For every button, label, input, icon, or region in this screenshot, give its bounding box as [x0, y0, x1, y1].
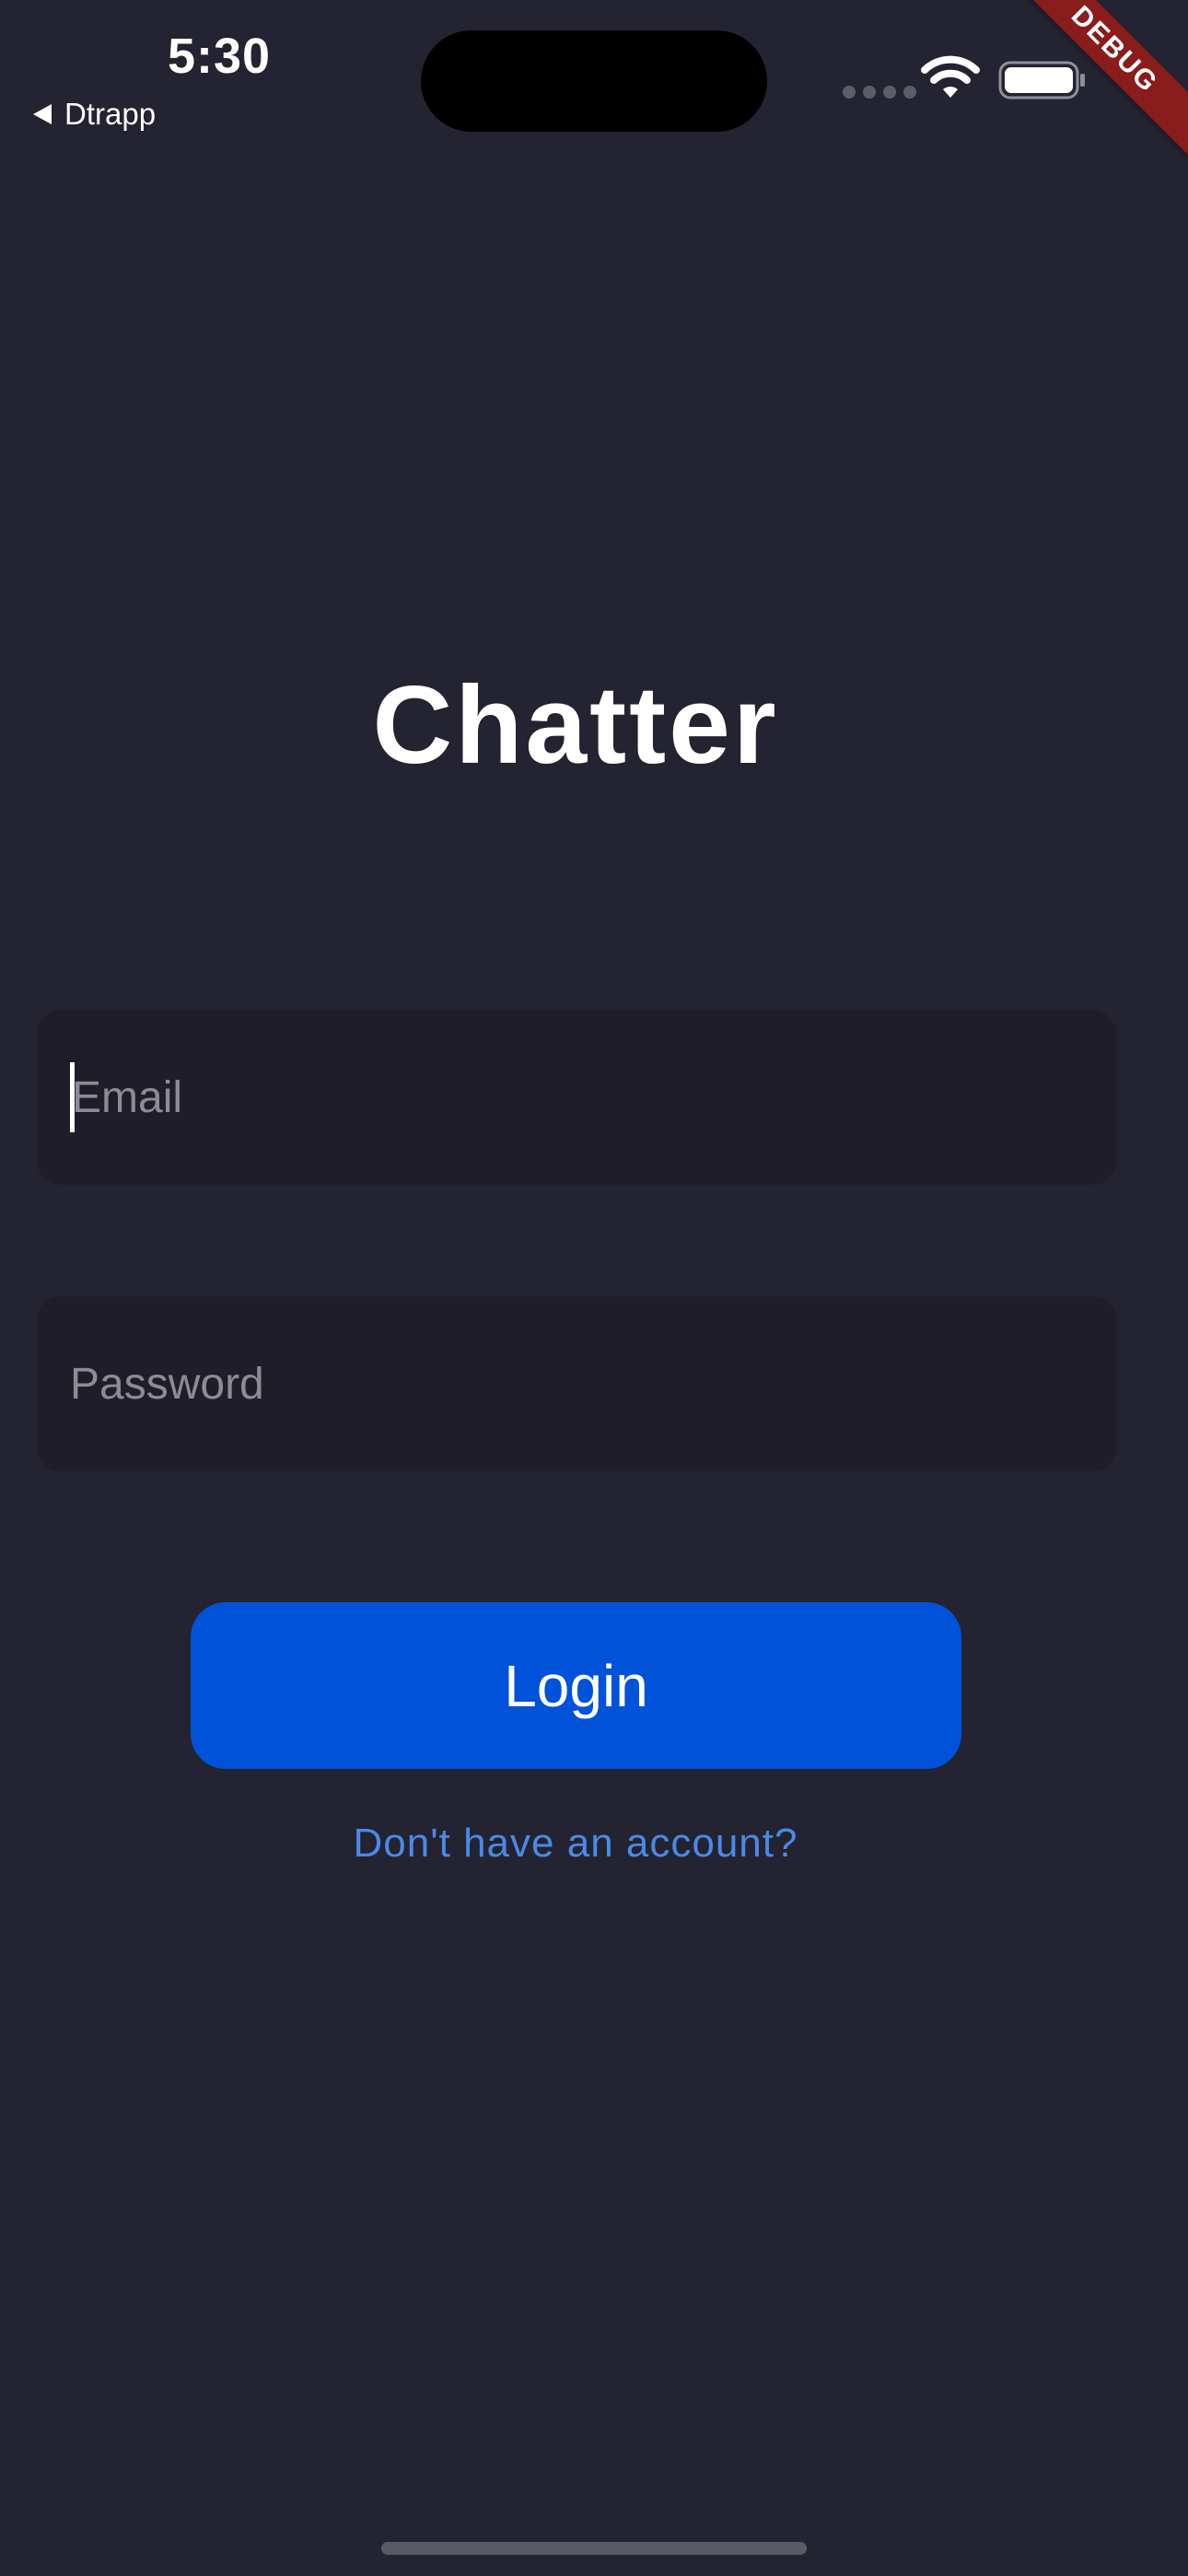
back-app-label: Dtrapp — [64, 97, 157, 131]
battery-icon — [998, 61, 1085, 100]
dynamic-island — [421, 30, 767, 132]
app-title: Chatter — [372, 663, 779, 787]
signal-dots-icon — [843, 86, 916, 99]
password-field[interactable]: Password — [37, 1296, 1116, 1471]
back-triangle-icon — [33, 104, 52, 124]
home-indicator[interactable] — [381, 2542, 807, 2555]
signup-link[interactable]: Don't have an account? — [0, 1821, 1151, 1867]
back-to-app-link[interactable]: Dtrapp — [33, 94, 156, 135]
status-bar: 5:30 Dtrapp — [0, 0, 1188, 157]
email-field[interactable]: Email — [37, 1010, 1116, 1185]
login-button[interactable]: Login — [191, 1602, 961, 1769]
wifi-icon — [921, 55, 980, 98]
email-placeholder: Email — [72, 1072, 183, 1122]
status-time: 5:30 — [168, 29, 272, 84]
password-placeholder: Password — [70, 1359, 264, 1409]
